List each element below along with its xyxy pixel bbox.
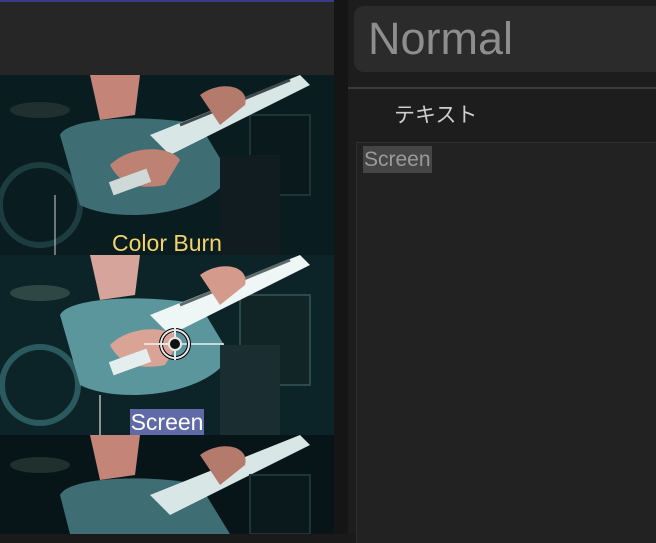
crosshair-icon[interactable] bbox=[144, 327, 224, 361]
text-input-value[interactable]: Screen bbox=[363, 146, 432, 173]
text-section-label: テキスト bbox=[394, 103, 478, 127]
text-inspector: Normal テキスト Screen bbox=[348, 0, 656, 543]
section-divider bbox=[348, 87, 656, 89]
blend-mode-field[interactable]: Normal bbox=[354, 6, 656, 72]
caption-screen-text: Screen bbox=[129, 409, 205, 435]
panel-divider[interactable] bbox=[334, 0, 348, 534]
caption-screen[interactable]: Screen bbox=[0, 409, 334, 435]
caption-color-burn-text: Color Burn bbox=[112, 230, 222, 256]
video-frame-3 bbox=[0, 435, 334, 534]
video-viewer[interactable]: Color Burn Screen bbox=[0, 0, 334, 534]
video-frame-1 bbox=[0, 75, 334, 255]
caption-color-burn[interactable]: Color Burn bbox=[0, 230, 334, 256]
text-input-area[interactable]: Screen bbox=[356, 142, 656, 543]
viewer-toolbar bbox=[0, 2, 334, 75]
